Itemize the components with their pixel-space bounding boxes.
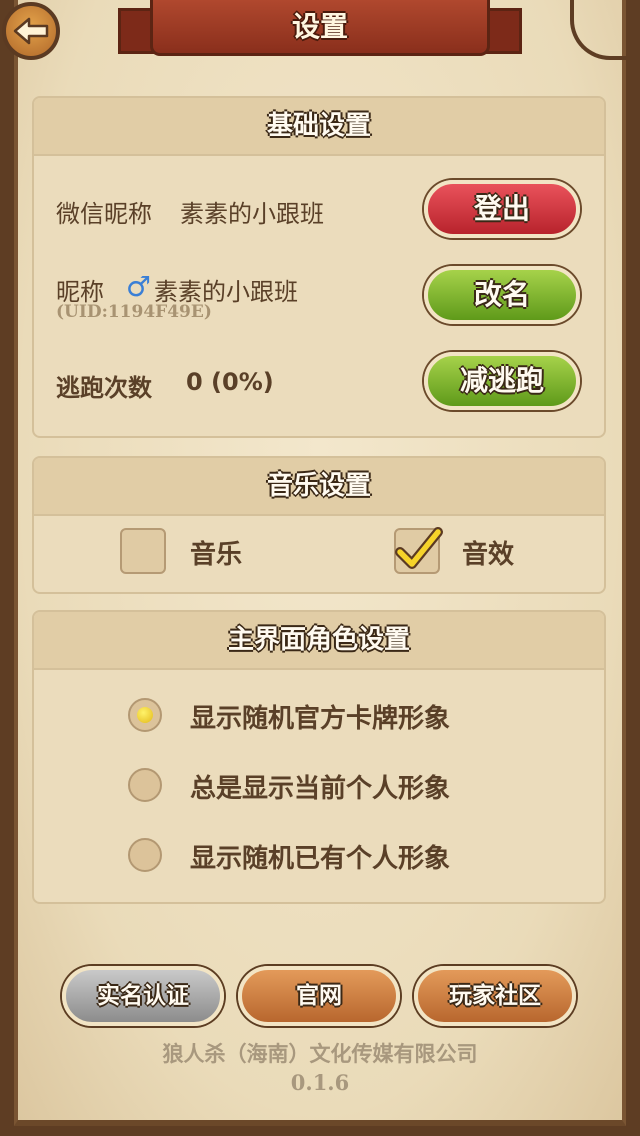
checkmark-icon (395, 527, 443, 569)
male-icon: ♂ (126, 270, 152, 303)
option-current-personal-label: 总是显示当前个人形象 (190, 774, 451, 804)
radio-current-personal[interactable] (128, 768, 162, 802)
sfx-label: 音效 (462, 540, 515, 570)
company-name: 狼人杀（海南）文化传媒有限公司 (162, 1042, 478, 1066)
character-settings-title: 主界面角色设置 (227, 625, 410, 655)
basic-settings-title: 基础设置 (266, 111, 371, 141)
back-arrow-icon (13, 17, 49, 45)
basic-settings-header: 基础设置 (34, 98, 604, 156)
version-text: 0.1.6 (290, 1070, 350, 1095)
back-button[interactable] (2, 2, 60, 60)
uid-text: (UID:1194F49E) (56, 302, 212, 322)
rename-button[interactable]: 改名 (424, 266, 580, 324)
character-settings-header: 主界面角色设置 (34, 612, 604, 670)
logout-button[interactable]: 登出 (424, 180, 580, 238)
radio-random-owned[interactable] (128, 838, 162, 872)
player-community-button[interactable]: 玩家社区 (414, 966, 576, 1026)
radio-selected-dot (137, 707, 153, 723)
wechat-nickname-label: 微信昵称 (56, 200, 152, 228)
wechat-nickname-value: 素素的小跟班 (180, 200, 324, 228)
music-settings-title: 音乐设置 (266, 471, 371, 501)
music-label: 音乐 (190, 540, 243, 570)
reduce-escape-button[interactable]: 减逃跑 (424, 352, 580, 410)
option-random-official-label: 显示随机官方卡牌形象 (190, 704, 451, 734)
title-banner: 设置 (150, 0, 490, 56)
music-checkbox[interactable] (120, 528, 166, 574)
radio-random-official[interactable] (128, 698, 162, 732)
screen-frame: 设置 基础设置 微信昵称 素素的小跟班 登出 昵称 ♂ 素素的小跟班 (UID:… (0, 0, 640, 1136)
music-settings-panel: 音乐设置 (32, 456, 606, 594)
page-title: 设置 (291, 10, 348, 43)
realname-auth-button[interactable]: 实名认证 (62, 966, 224, 1026)
escape-count-value: 0 (0%) (186, 368, 274, 396)
official-website-button[interactable]: 官网 (238, 966, 400, 1026)
escape-count-label: 逃跑次数 (56, 374, 152, 402)
option-random-owned-label: 显示随机已有个人形象 (190, 844, 451, 874)
music-settings-header: 音乐设置 (34, 458, 604, 516)
sfx-checkbox[interactable] (394, 527, 443, 574)
